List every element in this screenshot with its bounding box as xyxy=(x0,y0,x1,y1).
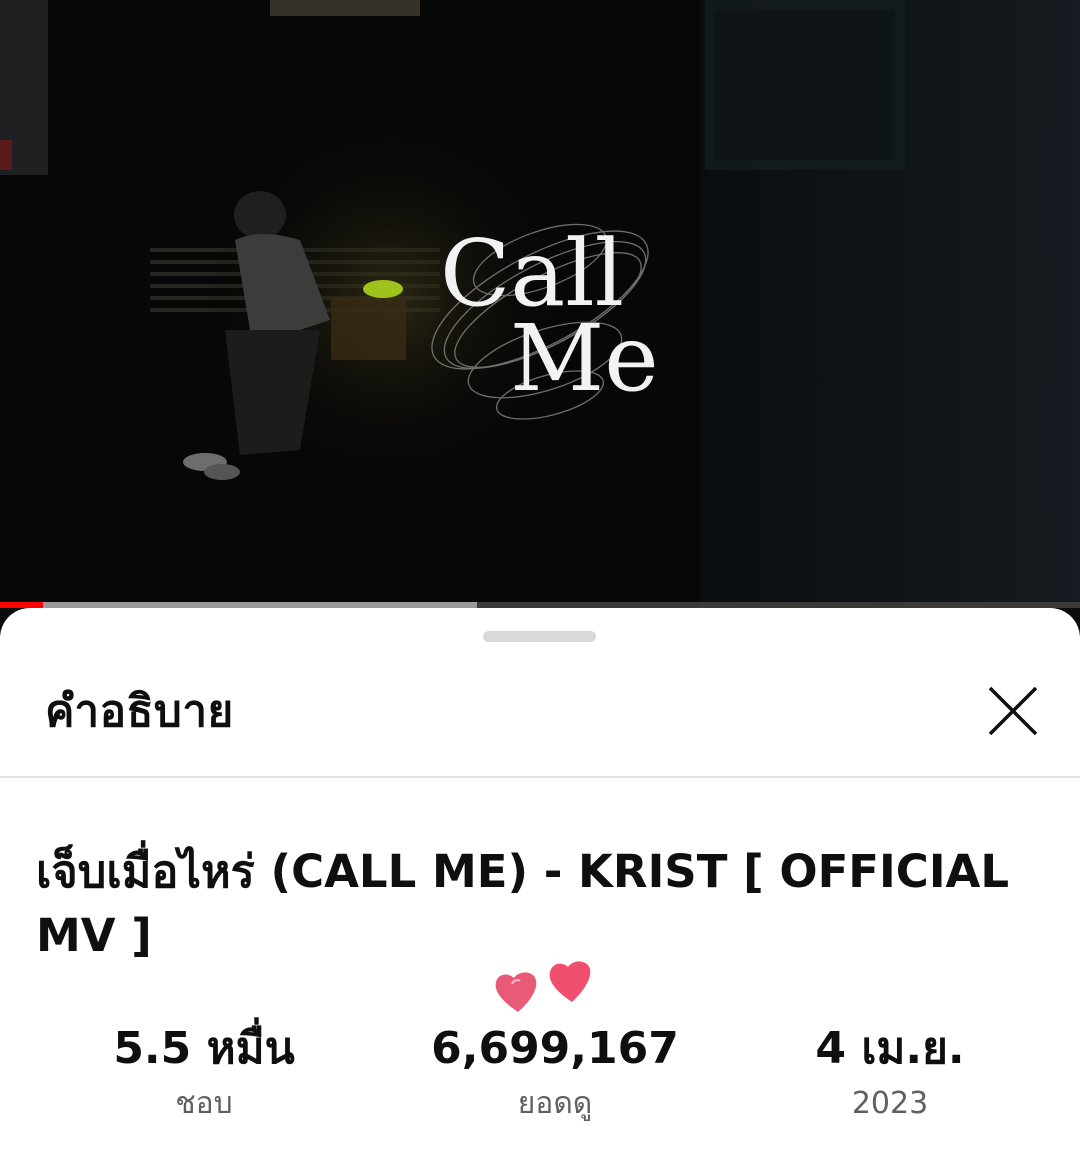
close-button[interactable] xyxy=(982,680,1044,742)
likes-stat: 5.5 หมื่น ชอบ xyxy=(54,1020,354,1126)
views-label: ยอดดู xyxy=(517,1086,593,1121)
close-icon xyxy=(988,686,1038,736)
hearts-icon xyxy=(495,961,591,1012)
video-title: เจ็บเมื่อไหร่ (CALL ME) - KRIST [ OFFICI… xyxy=(36,845,1010,962)
views-stat: 6,699,167 ยอดดู xyxy=(405,1020,705,1126)
video-frame: Call Me xyxy=(0,0,1080,602)
publish-date: 4 เม.ย. xyxy=(815,1023,965,1074)
drag-handle[interactable] xyxy=(483,631,596,642)
video-player[interactable]: Call Me xyxy=(0,0,1080,602)
header-divider xyxy=(0,776,1080,778)
publish-year: 2023 xyxy=(851,1086,929,1121)
video-description-screen: Call Me คำอธิบาย เจ็บเมื่อไหร่ (CALL ME)… xyxy=(0,0,1080,1173)
description-sheet: คำอธิบาย เจ็บเมื่อไหร่ (CALL ME) - KRIST… xyxy=(0,608,1080,1173)
video-overlay-title-line2: Me xyxy=(510,305,659,412)
likes-count: 5.5 หมื่น xyxy=(113,1023,295,1074)
sheet-title: คำอธิบาย xyxy=(45,686,234,737)
likes-label: ชอบ xyxy=(175,1086,233,1121)
views-count: 6,699,167 xyxy=(431,1023,679,1074)
date-stat: 4 เม.ย. 2023 xyxy=(740,1020,1040,1126)
